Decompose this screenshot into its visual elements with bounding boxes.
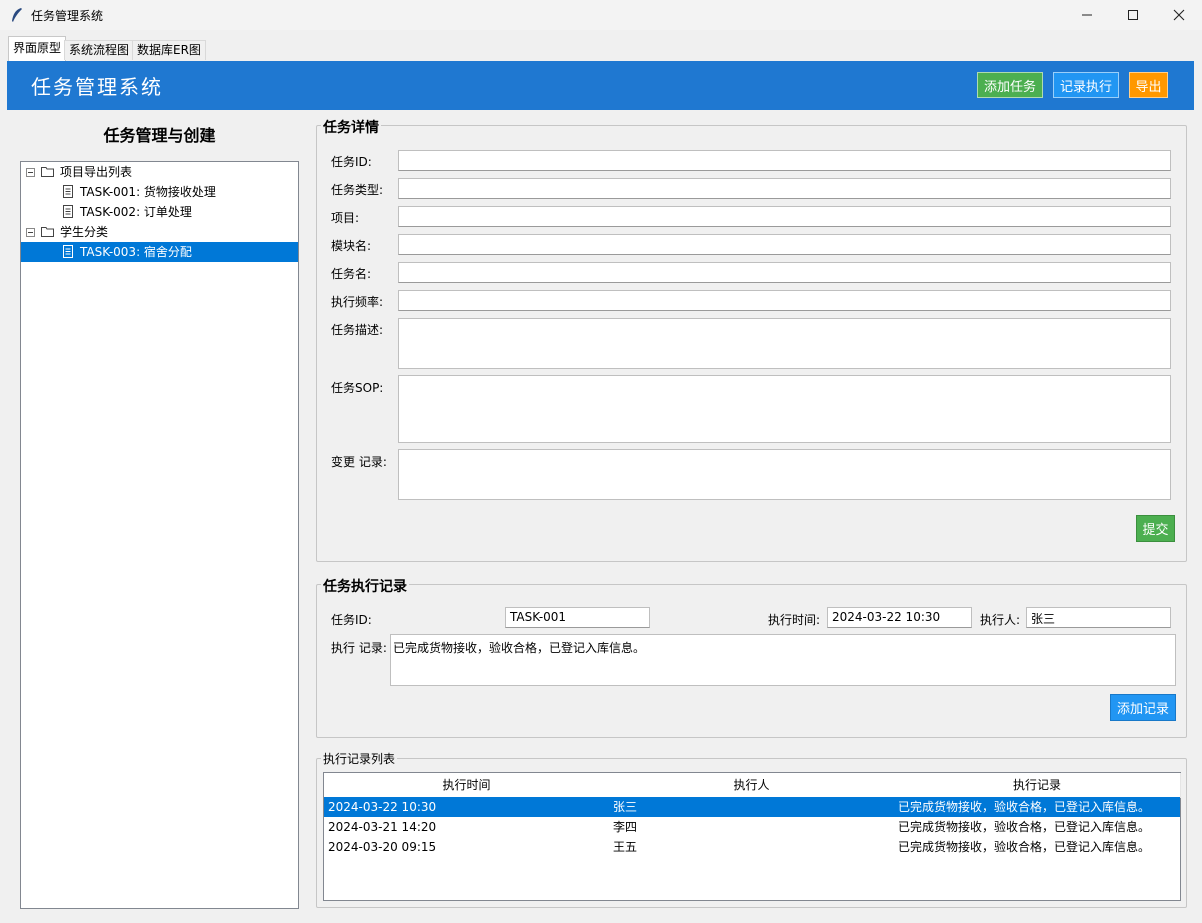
- tree-item-task-001[interactable]: TASK-001: 货物接收处理: [21, 182, 298, 202]
- maximize-icon: [1128, 10, 1138, 20]
- task-name-input[interactable]: [398, 262, 1171, 283]
- document-icon: [63, 185, 73, 198]
- minimize-button[interactable]: [1064, 0, 1110, 30]
- task-id-input[interactable]: [398, 150, 1171, 171]
- document-icon: [63, 205, 73, 218]
- frequency-input[interactable]: [398, 290, 1171, 311]
- minimize-icon: [1082, 14, 1092, 16]
- cell-record: 已完成货物接收，验收合格，已登记入库信息。: [898, 800, 1151, 814]
- exec-person-input[interactable]: 张三: [1026, 607, 1171, 628]
- task-detail-title: 任务详情: [321, 117, 381, 137]
- exec-record-label: 执行 记录:: [331, 641, 387, 655]
- cell-time: 2024-03-22 10:30: [328, 800, 437, 814]
- field-label-frequency: 执行频率:: [331, 295, 384, 309]
- field-label-project: 项目:: [331, 211, 360, 225]
- records-list-title: 执行记录列表: [321, 750, 398, 767]
- tree-node-label: 学生分类: [60, 225, 109, 239]
- record-execution-button[interactable]: 记录执行: [1053, 72, 1119, 98]
- tab-system-flowchart[interactable]: 系统流程图: [64, 40, 135, 60]
- title-bar: [0, 0, 1202, 30]
- tree-node-label: TASK-001: 货物接收处理: [80, 185, 216, 199]
- export-button[interactable]: 导出: [1129, 72, 1168, 98]
- module-name-input[interactable]: [398, 234, 1171, 255]
- cell-person: 王五: [613, 840, 638, 854]
- maximize-button[interactable]: [1110, 0, 1156, 30]
- cell-time: 2024-03-20 09:15: [328, 840, 437, 854]
- exec-time-input[interactable]: 2024-03-22 10:30: [827, 607, 972, 628]
- close-button[interactable]: [1156, 0, 1202, 30]
- cell-record: 已完成货物接收，验收合格，已登记入库信息。: [898, 820, 1151, 834]
- add-task-button[interactable]: 添加任务: [977, 72, 1043, 98]
- tab-database-er[interactable]: 数据库ER图: [132, 40, 206, 60]
- field-label-task-type: 任务类型:: [331, 183, 384, 197]
- field-label-task-name: 任务名:: [331, 267, 372, 281]
- exec-task-id-label: 任务ID:: [331, 613, 372, 627]
- records-table[interactable]: 执行时间 执行人 执行记录 2024-03-22 10:30 张三 已完成货物接…: [323, 772, 1181, 901]
- column-header-time[interactable]: 执行时间: [324, 773, 610, 798]
- column-header-record[interactable]: 执行记录: [894, 773, 1181, 798]
- table-row[interactable]: 2024-03-20 09:15 王五 已完成货物接收，验收合格，已登记入库信息…: [324, 837, 1180, 857]
- add-record-button[interactable]: 添加记录: [1110, 694, 1176, 721]
- close-icon: [1173, 9, 1185, 21]
- collapse-icon[interactable]: [26, 168, 35, 177]
- task-tree[interactable]: 项目导出列表 TASK-001: 货物接收处理 TASK-002: 订单处理 学…: [20, 161, 299, 909]
- folder-icon: [41, 167, 54, 177]
- exec-person-label: 执行人:: [980, 613, 1021, 627]
- tree-node-label: 项目导出列表: [60, 165, 133, 179]
- field-label-sop: 任务SOP:: [331, 381, 384, 395]
- task-type-input[interactable]: [398, 178, 1171, 199]
- tab-ui-prototype[interactable]: 界面原型: [8, 36, 67, 61]
- field-label-change-log: 变更 记录:: [331, 455, 387, 469]
- app-title: 任务管理系统: [31, 75, 163, 99]
- tree-folder-project-export[interactable]: 项目导出列表: [21, 162, 298, 182]
- table-row[interactable]: 2024-03-22 10:30 张三 已完成货物接收，验收合格，已登记入库信息…: [324, 797, 1180, 817]
- tree-node-label: TASK-003: 宿舍分配: [80, 245, 192, 259]
- table-row[interactable]: 2024-03-21 14:20 李四 已完成货物接收，验收合格，已登记入库信息…: [324, 817, 1180, 837]
- tree-folder-student-category[interactable]: 学生分类: [21, 222, 298, 242]
- project-input[interactable]: [398, 206, 1171, 227]
- folder-icon: [41, 227, 54, 237]
- submit-button[interactable]: 提交: [1136, 515, 1175, 542]
- collapse-icon[interactable]: [26, 228, 35, 237]
- feather-icon: [10, 7, 24, 23]
- exec-record-textarea[interactable]: 已完成货物接收，验收合格，已登记入库信息。: [390, 634, 1176, 686]
- field-label-description: 任务描述:: [331, 323, 384, 337]
- field-label-module: 模块名:: [331, 239, 372, 253]
- change-log-textarea[interactable]: [398, 449, 1171, 500]
- execution-record-title: 任务执行记录: [321, 576, 409, 596]
- tree-item-task-003[interactable]: TASK-003: 宿舍分配: [21, 242, 298, 262]
- field-label-task-id: 任务ID:: [331, 155, 372, 169]
- cell-record: 已完成货物接收，验收合格，已登记入库信息。: [898, 840, 1151, 854]
- exec-task-id-input[interactable]: TASK-001: [505, 607, 650, 628]
- exec-time-label: 执行时间:: [768, 613, 821, 627]
- left-panel-title: 任务管理与创建: [103, 126, 216, 145]
- window-title: 任务管理系统: [31, 9, 104, 23]
- column-header-person[interactable]: 执行人: [609, 773, 895, 798]
- tree-item-task-002[interactable]: TASK-002: 订单处理: [21, 202, 298, 222]
- tree-node-label: TASK-002: 订单处理: [80, 205, 192, 219]
- cell-person: 李四: [613, 820, 638, 834]
- task-sop-textarea[interactable]: [398, 375, 1171, 443]
- cell-time: 2024-03-21 14:20: [328, 820, 437, 834]
- document-icon: [63, 245, 73, 258]
- cell-person: 张三: [613, 800, 638, 814]
- task-description-textarea[interactable]: [398, 318, 1171, 369]
